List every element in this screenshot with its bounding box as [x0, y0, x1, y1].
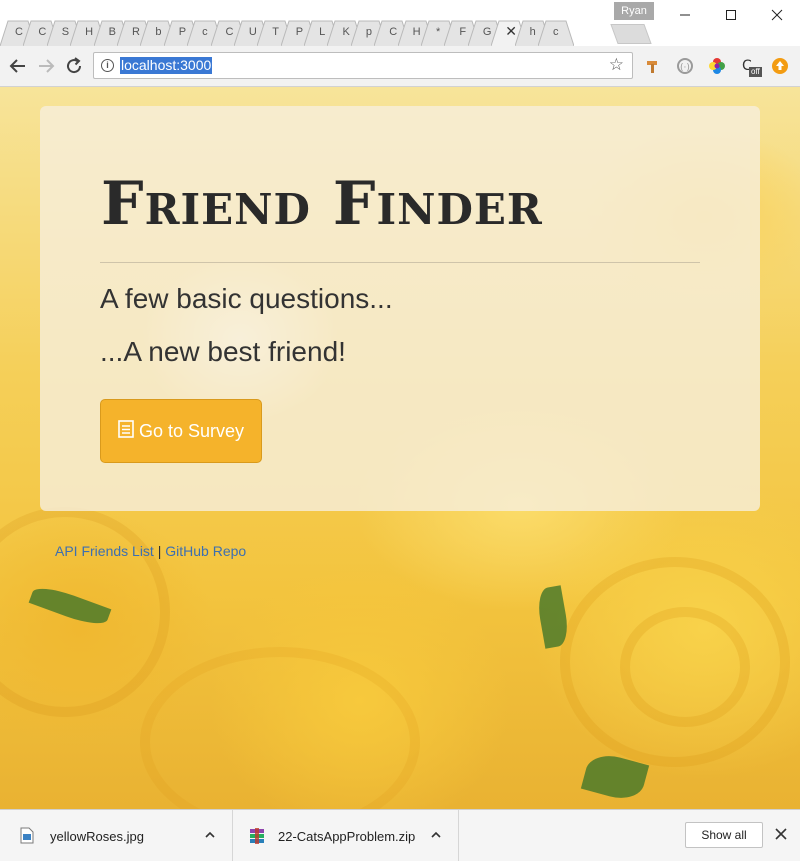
tab-label: L	[319, 26, 326, 38]
tab-label: P	[295, 26, 304, 38]
close-icon	[771, 9, 783, 21]
reload-icon	[67, 57, 82, 74]
close-shelf-icon[interactable]	[774, 827, 788, 846]
github-repo-link[interactable]: GitHub Repo	[165, 543, 246, 559]
extension-shield-icon[interactable]: (·)	[675, 56, 695, 76]
tab-label: G	[482, 26, 492, 38]
forward-arrow-icon	[39, 59, 55, 73]
tab-label: c	[202, 26, 208, 38]
tab-label: p	[365, 26, 372, 38]
tab-label: C	[15, 26, 23, 38]
tab-label: S	[61, 26, 70, 38]
back-button[interactable]	[6, 54, 30, 78]
forward-button[interactable]	[34, 54, 58, 78]
archive-file-icon	[248, 827, 266, 850]
profile-badge[interactable]: Ryan	[614, 2, 654, 20]
back-arrow-icon	[9, 59, 25, 73]
chevron-up-icon[interactable]	[430, 828, 442, 846]
close-window-button[interactable]	[754, 0, 800, 30]
tab-label: H	[412, 26, 421, 38]
link-separator: |	[157, 543, 162, 559]
download-shelf: yellowRoses.jpg 22-CatsAppProblem.zip Sh…	[0, 809, 800, 861]
title-bar: C C S H B Rb Pc C U T P L Kp C H * F G ✕ h c Ryan	[0, 0, 800, 46]
address-bar[interactable]: i localhost:3000 ☆	[93, 52, 633, 79]
browser-tab[interactable]: c	[537, 19, 574, 46]
survey-button-label: Go to Survey	[138, 420, 245, 441]
url-text[interactable]: localhost:3000	[120, 57, 213, 74]
tab-label: C	[389, 26, 398, 38]
download-item[interactable]: 22-CatsAppProblem.zip	[232, 810, 459, 861]
lead-text-questions: A few basic questions...	[100, 283, 393, 314]
extension-update-icon[interactable]	[770, 56, 790, 76]
rose-petal-decoration	[620, 607, 750, 727]
tab-label: c	[552, 26, 559, 38]
info-icon[interactable]: i	[101, 59, 114, 72]
tab-label: T	[272, 26, 280, 38]
tab-label: K	[342, 26, 350, 38]
page-title: Friend Finder	[101, 169, 543, 239]
svg-text:(·): (·)	[680, 63, 690, 73]
rose-petal-decoration	[140, 647, 420, 809]
new-tab-button[interactable]	[610, 24, 652, 44]
tab-label: F	[459, 26, 467, 38]
extension-off-badge: off	[749, 67, 762, 77]
minimize-button[interactable]	[662, 0, 708, 30]
extension-hammer-icon[interactable]	[643, 56, 663, 76]
download-filename: yellowRoses.jpg	[50, 829, 144, 844]
go-to-survey-button[interactable]: Go to Survey	[100, 399, 262, 463]
chevron-up-icon[interactable]	[204, 828, 216, 846]
download-filename: 22-CatsAppProblem.zip	[278, 829, 416, 844]
tab-label: H	[85, 26, 94, 38]
tab-label: U	[248, 26, 257, 38]
download-item[interactable]: yellowRoses.jpg	[0, 810, 233, 861]
tab-label: C	[38, 26, 47, 38]
list-alt-icon	[118, 419, 134, 443]
tab-label: *	[436, 26, 441, 38]
tab-label: R	[131, 26, 140, 38]
show-all-downloads-button[interactable]: Show all	[685, 822, 763, 848]
minimize-icon	[680, 14, 690, 16]
browser-toolbar: i localhost:3000 ☆ (·) C	[0, 46, 800, 87]
extension-color-wheel-icon[interactable]	[707, 56, 727, 76]
lead-text-friend: ...A new best friend!	[100, 336, 346, 367]
api-friends-link[interactable]: API Friends List	[55, 543, 154, 559]
image-file-icon	[20, 827, 34, 849]
footer-links: API Friends List | GitHub Repo	[55, 543, 246, 559]
tab-label: h	[529, 26, 536, 38]
tab-label: P	[178, 26, 187, 38]
maximize-icon	[726, 10, 736, 20]
reload-button[interactable]	[62, 54, 86, 78]
tab-label: b	[155, 26, 162, 38]
maximize-button[interactable]	[708, 0, 754, 30]
tab-label: B	[108, 26, 116, 38]
title-divider	[100, 262, 700, 263]
tab-label: C	[225, 26, 234, 38]
bookmark-star-icon[interactable]: ☆	[609, 55, 624, 75]
tab-strip: C C S H B Rb Pc C U T P L Kp C H * F G ✕ h c	[0, 19, 574, 46]
